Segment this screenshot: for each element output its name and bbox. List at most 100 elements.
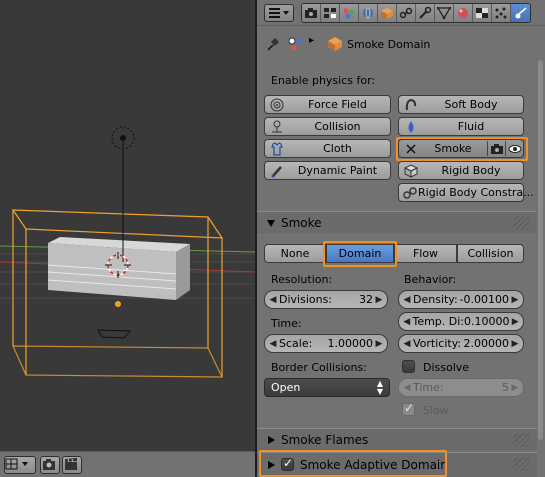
- cloth-button[interactable]: Cloth: [264, 139, 391, 158]
- render-anim-button[interactable]: [62, 456, 82, 474]
- viewport-toggle[interactable]: [505, 141, 523, 156]
- expand-arrow-icon: [268, 461, 275, 469]
- tab-world[interactable]: [359, 4, 378, 22]
- smoke-adaptive-panel-header[interactable]: Smoke Adaptive Domain: [257, 452, 537, 477]
- density-field[interactable]: ◀ Density: -0.00100 ▶: [398, 290, 524, 309]
- dynamic-paint-label: Dynamic Paint: [297, 164, 378, 177]
- vorticity-value: 2.00000: [463, 337, 510, 350]
- eye-icon: [508, 144, 521, 153]
- tab-modifiers[interactable]: [416, 4, 435, 22]
- brush-icon: [271, 165, 282, 177]
- smoke-panel-header[interactable]: Smoke: [257, 211, 537, 233]
- decrement-arrow-icon[interactable]: ◀: [269, 295, 277, 305]
- soft-body-button[interactable]: Soft Body: [398, 95, 524, 114]
- force-field-button[interactable]: Force Field: [264, 95, 391, 114]
- increment-arrow-icon[interactable]: ▶: [375, 339, 383, 349]
- time-scale-label: Scale:: [279, 337, 313, 350]
- origin-dot: [115, 301, 121, 307]
- decrement-arrow-icon[interactable]: ◀: [403, 295, 411, 305]
- increment-arrow-icon[interactable]: ▶: [511, 339, 519, 349]
- wrench-icon: [419, 7, 432, 19]
- particles-icon: [495, 7, 507, 19]
- layers-icon: [324, 8, 336, 18]
- panel-grip-icon[interactable]: [513, 457, 529, 471]
- editor-type-button[interactable]: [264, 4, 294, 22]
- fluid-button[interactable]: Fluid: [398, 117, 524, 136]
- rigid-body-constraint-button[interactable]: Rigid Body Constra...: [398, 183, 534, 202]
- temp-diff-field[interactable]: ◀ Temp. Di: 0.10000 ▶: [398, 312, 524, 331]
- flow-box[interactable]: [47, 237, 190, 300]
- clapperboard-icon: [65, 458, 77, 470]
- time-label: Time:: [271, 317, 302, 330]
- viewport-scene: [0, 126, 255, 378]
- vorticity-label: Vorticity:: [413, 337, 462, 350]
- dissolve-time-field[interactable]: ◀ Time: 5 ▶: [398, 378, 524, 397]
- render-still-button[interactable]: [40, 456, 60, 474]
- decrement-arrow-icon[interactable]: ◀: [403, 383, 411, 393]
- tab-render[interactable]: [302, 4, 321, 22]
- material-icon: [458, 8, 468, 18]
- x-icon: [406, 143, 416, 154]
- time-scale-field[interactable]: ◀ Scale: 1.00000 ▶: [264, 334, 388, 353]
- tab-material[interactable]: [454, 4, 473, 22]
- collision-label: Collision: [314, 120, 361, 133]
- object-icon: [381, 8, 393, 19]
- smoke-toggle[interactable]: Smoke: [398, 139, 524, 158]
- collision-icon: [272, 120, 282, 132]
- properties-content[interactable]: ▸ Smoke Domain Enable physics for: Force…: [257, 26, 545, 477]
- increment-arrow-icon[interactable]: ▶: [511, 295, 519, 305]
- border-collisions-value: Open: [271, 381, 301, 394]
- collision-button[interactable]: Collision: [264, 117, 391, 136]
- border-collisions-dropdown[interactable]: Open ▲ ▼: [264, 378, 390, 397]
- slow-checkbox[interactable]: [402, 401, 415, 416]
- smoke-type-flow[interactable]: Flow: [394, 244, 457, 263]
- breadcrumb: ▸ Smoke Domain: [257, 32, 537, 56]
- tab-scene[interactable]: [340, 4, 359, 22]
- divisions-value: 32: [359, 293, 373, 306]
- editor-type-button[interactable]: [4, 456, 36, 474]
- decrement-arrow-icon[interactable]: ◀: [269, 339, 277, 349]
- force-field-icon: [270, 98, 284, 111]
- panel-grip-icon[interactable]: [513, 433, 529, 447]
- smoke-type-collision[interactable]: Collision: [457, 244, 524, 263]
- panel-grip-icon[interactable]: [513, 216, 529, 230]
- tab-texture[interactable]: [473, 4, 492, 22]
- tab-physics[interactable]: [511, 4, 530, 22]
- resolution-label: Resolution:: [271, 273, 333, 286]
- divisions-field[interactable]: ◀ Divisions: 32 ▶: [264, 290, 388, 309]
- temp-diff-label: Temp. Di:: [412, 315, 465, 328]
- updown-arrow-icon: ▲ ▼: [376, 378, 383, 396]
- render-toggle[interactable]: [487, 141, 505, 156]
- decrement-arrow-icon[interactable]: ◀: [403, 339, 411, 349]
- rigid-body-button[interactable]: Rigid Body: [398, 161, 524, 180]
- properties-editor-icon: [269, 8, 289, 18]
- slow-label: Slow: [423, 404, 449, 417]
- constraint-icon: [399, 7, 413, 19]
- increment-arrow-icon[interactable]: ▶: [512, 317, 519, 327]
- smoke-type-none[interactable]: None: [264, 244, 326, 263]
- tab-data[interactable]: [435, 4, 454, 22]
- adaptive-domain-checkbox[interactable]: [281, 456, 294, 471]
- temp-diff-value: 0.10000: [464, 315, 510, 328]
- pin-icon[interactable]: [265, 36, 281, 52]
- increment-arrow-icon[interactable]: ▶: [375, 295, 383, 305]
- tab-particles[interactable]: [492, 4, 511, 22]
- tab-constraints[interactable]: [397, 4, 416, 22]
- scrollbar[interactable]: [538, 60, 543, 440]
- vorticity-field[interactable]: ◀ Vorticity: 2.00000 ▶: [398, 334, 524, 353]
- scene-root-icon: [288, 37, 302, 51]
- emitter-plane[interactable]: [97, 329, 132, 339]
- expand-arrow-icon: [268, 436, 275, 444]
- smoke-flames-panel-header[interactable]: Smoke Flames: [257, 428, 537, 450]
- smoke-type-domain[interactable]: Domain: [326, 244, 394, 263]
- tab-render-layers[interactable]: [321, 4, 340, 22]
- tab-object[interactable]: [378, 4, 397, 22]
- decrement-arrow-icon[interactable]: ◀: [403, 317, 410, 327]
- increment-arrow-icon[interactable]: ▶: [511, 383, 519, 393]
- dynamic-paint-button[interactable]: Dynamic Paint: [264, 161, 391, 180]
- chevron-right-icon: ▸: [309, 35, 315, 46]
- properties-editor: ▸ Smoke Domain Enable physics for: Force…: [257, 0, 545, 477]
- 3d-viewport[interactable]: [0, 0, 255, 477]
- rigid-body-constraint-label: Rigid Body Constra...: [418, 186, 534, 199]
- dissolve-checkbox[interactable]: [402, 360, 415, 373]
